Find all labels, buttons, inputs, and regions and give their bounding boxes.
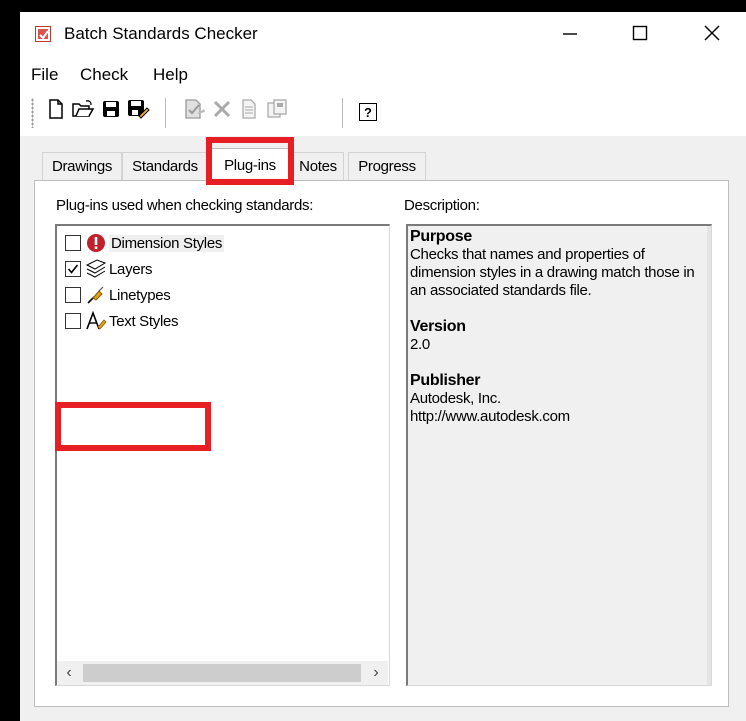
minimize-icon [562,25,578,46]
text-styles-icon [85,311,107,331]
description-panel: Purpose Checks that names and properties… [406,224,712,686]
stop-x-icon [211,98,233,125]
batch-standards-checker-window: Batch Standards Checker File Check Help [20,12,746,721]
stop-button[interactable] [210,99,234,123]
close-icon [703,24,721,47]
layers-item-highlight [55,402,211,451]
plug-ins-tab-highlight [206,137,294,185]
export-icon [266,98,288,125]
app-icon [35,26,51,42]
window-title: Batch Standards Checker [64,24,258,43]
maximize-icon [632,25,648,46]
horizontal-scrollbar[interactable]: ‹ › [57,661,388,685]
check-standards-icon [183,98,207,125]
text-styles-checkbox[interactable] [65,313,81,329]
title-bar: Batch Standards Checker [20,12,746,58]
open-button[interactable] [71,99,95,123]
save-as-icon [126,98,150,125]
tab-notes[interactable]: Notes [292,152,344,180]
minimize-button[interactable] [536,12,604,58]
check-button[interactable] [183,98,207,125]
menu-check[interactable]: Check [80,65,128,85]
toolbar: ? [20,88,746,136]
purpose-text: Checks that names and properties of dime… [410,246,695,299]
maximize-button[interactable] [606,12,674,58]
save-button[interactable] [99,99,123,123]
description-scroll-edge [707,226,711,685]
open-folder-icon [71,98,95,125]
list-item[interactable]: Text Styles [65,310,179,332]
version-heading: Version [410,318,466,335]
export-button[interactable] [265,98,289,125]
report-button[interactable] [237,98,261,125]
description-content: Purpose Checks that names and properties… [410,228,702,426]
save-icon [101,99,121,124]
list-item[interactable]: Dimension Styles [65,232,225,254]
save-as-button[interactable] [126,99,150,123]
publisher-name: Autodesk, Inc. [410,390,501,407]
menu-file[interactable]: File [31,65,58,85]
description-caption: Description: [404,197,480,214]
text-styles-label: Text Styles [109,312,179,330]
linetypes-label: Linetypes [109,286,171,304]
publisher-heading: Publisher [410,372,481,389]
close-button[interactable] [678,12,746,58]
scroll-right-icon[interactable]: › [364,661,388,685]
toolbar-separator [165,98,166,128]
plugins-caption: Plug-ins used when checking standards: [56,197,314,214]
menu-help[interactable]: Help [153,65,188,85]
help-button[interactable]: ? [359,103,377,121]
toolbar-separator [342,98,343,128]
layers-label: Layers [109,260,153,278]
scroll-left-icon[interactable]: ‹ [57,661,81,685]
plugins-list[interactable]: Dimension Styles Layers Linetypes Text S… [55,224,390,686]
plug-ins-panel: Plug-ins used when checking standards: D… [34,180,729,707]
linetypes-icon [85,285,107,305]
new-file-icon [46,98,66,125]
layers-icon [85,259,107,279]
list-item[interactable]: Layers [65,258,153,280]
report-icon [239,98,259,125]
dimension-styles-icon [85,233,107,253]
purpose-heading: Purpose [410,228,472,245]
menu-bar: File Check Help [20,58,746,88]
checkmark-icon [67,264,79,274]
list-item[interactable]: Linetypes [65,284,171,306]
tab-standards[interactable]: Standards [122,152,208,180]
tab-progress[interactable]: Progress [348,152,426,180]
layers-checkbox[interactable] [65,261,81,277]
dimension-styles-label: Dimension Styles [109,234,225,252]
version-text: 2.0 [410,336,430,353]
linetypes-checkbox[interactable] [65,287,81,303]
toolbar-grip[interactable] [31,98,34,128]
publisher-url[interactable]: http://www.autodesk.com [410,408,702,426]
new-button[interactable] [44,98,68,125]
scrollbar-thumb[interactable] [83,664,361,682]
tab-drawings[interactable]: Drawings [42,152,122,180]
dimension-styles-checkbox[interactable] [65,235,81,251]
